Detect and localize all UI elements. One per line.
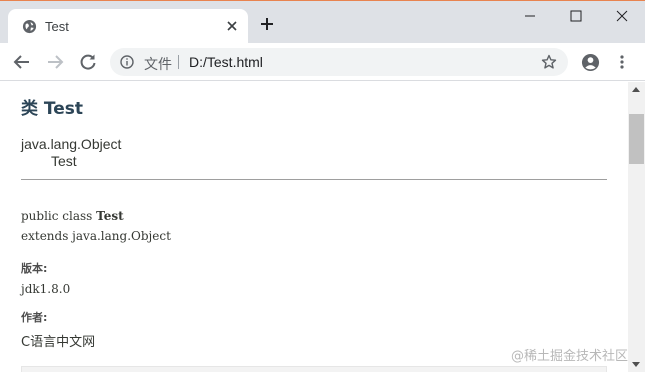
page-viewport: 类 Test java.lang.Object Test public clas… bbox=[0, 82, 628, 372]
plus-icon[interactable] bbox=[259, 16, 275, 32]
reload-icon[interactable] bbox=[78, 52, 98, 72]
author-value: C语言中文网 bbox=[21, 335, 96, 350]
scroll-up-arrow-icon[interactable] bbox=[632, 87, 640, 92]
watermark: @稀土掘金技术社区 bbox=[511, 349, 629, 364]
info-icon[interactable] bbox=[120, 55, 134, 69]
class-signature: public class Test bbox=[21, 209, 124, 223]
browser-toolbar: 文件 D:/Test.html bbox=[0, 43, 645, 81]
signature-prefix: public class bbox=[21, 209, 97, 223]
inheritance-root: java.lang.Object bbox=[21, 136, 122, 152]
browser-window: Test 文件 D:/Test.html 类 Test java.lang.Ob… bbox=[0, 0, 645, 372]
profile-icon[interactable] bbox=[581, 53, 600, 72]
back-arrow-icon[interactable] bbox=[12, 52, 32, 72]
divider bbox=[21, 179, 607, 180]
tab-test[interactable]: Test bbox=[8, 9, 248, 43]
star-icon[interactable] bbox=[541, 54, 557, 70]
url-text[interactable]: D:/Test.html bbox=[189, 54, 263, 70]
address-bar[interactable]: 文件 D:/Test.html bbox=[110, 48, 568, 76]
maximize-icon[interactable] bbox=[553, 1, 599, 31]
globe-icon bbox=[22, 19, 37, 34]
page-title: 类 Test bbox=[21, 99, 84, 119]
author-label: 作者: bbox=[21, 311, 48, 324]
address-divider bbox=[178, 55, 179, 69]
inheritance-child: Test bbox=[51, 153, 77, 169]
scroll-thumb[interactable] bbox=[629, 114, 644, 164]
window-close-icon[interactable] bbox=[599, 1, 645, 31]
close-icon[interactable] bbox=[224, 18, 240, 34]
version-label: 版本: bbox=[21, 262, 48, 275]
scroll-down-arrow-icon[interactable] bbox=[632, 362, 640, 367]
next-section-block bbox=[21, 366, 607, 372]
signature-class-name: Test bbox=[96, 209, 124, 223]
tab-strip: Test bbox=[0, 1, 645, 43]
forward-arrow-icon[interactable] bbox=[45, 52, 65, 72]
tab-title: Test bbox=[45, 19, 69, 34]
class-extends: extends java.lang.Object bbox=[21, 229, 171, 243]
menu-icon[interactable] bbox=[614, 54, 630, 70]
minimize-icon[interactable] bbox=[507, 1, 553, 31]
vertical-scrollbar[interactable] bbox=[628, 82, 645, 372]
file-scheme-label: 文件 bbox=[144, 57, 172, 73]
version-value: jdk1.8.0 bbox=[21, 282, 71, 296]
